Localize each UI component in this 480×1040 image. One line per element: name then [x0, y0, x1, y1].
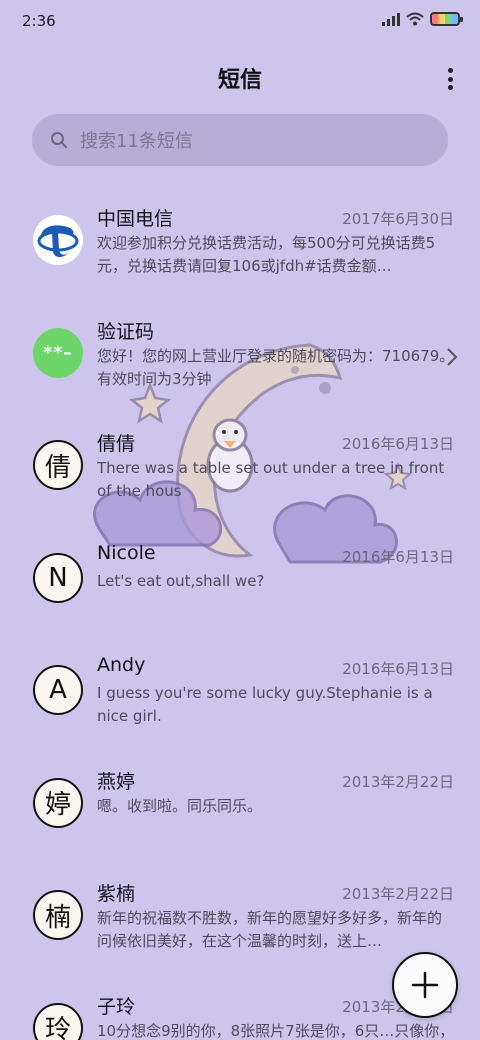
message-preview: I guess you're some lucky guy.Stephanie …	[97, 684, 433, 725]
message-date: 2013年2月22日	[342, 885, 454, 903]
message-preview: 您好！您的网上营业厅登录的随机密码为：710679。有效时间为3分钟	[97, 346, 455, 388]
status-time: 2:36	[22, 12, 56, 30]
dot-icon	[447, 68, 453, 73]
avatar: A	[33, 665, 83, 715]
plus-icon	[411, 971, 439, 999]
avatar: 婷	[33, 777, 83, 828]
message-preview: 新年的祝福数不胜数，新年的愿望好多好多，新年的问候依旧美好，在这个温馨的时刻，送…	[97, 909, 443, 950]
contact-name: Andy	[97, 654, 146, 676]
conversation-item[interactable]: A Andy 2016年6月13日 I guess you're some lu…	[0, 642, 480, 755]
conversation-item[interactable]: 中国电信 2017年6月30日 欢迎参加积分兑换话费活动，每500分可兑换话费5…	[0, 192, 480, 305]
avatar: 玲	[33, 1002, 83, 1040]
more-options-button[interactable]	[442, 66, 458, 92]
avatar: N	[33, 552, 83, 603]
contact-name: 中国电信	[97, 208, 174, 230]
message-preview: Let's eat out,shall we?	[97, 571, 265, 590]
dot-icon	[447, 85, 453, 90]
conversation-list: 中国电信 2017年6月30日 欢迎参加积分兑换话费活动，每500分可兑换话费5…	[0, 192, 480, 1040]
search-icon	[51, 132, 67, 148]
conversation-item[interactable]: N Nicole 2016年6月13日 Let's eat out,shall …	[0, 530, 480, 643]
message-preview: There was a table set out under a tree i…	[97, 459, 445, 500]
new-message-button[interactable]	[392, 952, 458, 1018]
conversation-item[interactable]: **– 验证码 您好！您的网上营业厅登录的随机密码为：710679。有效时间为3…	[0, 305, 480, 418]
contact-name: 倩倩	[97, 433, 136, 455]
conversation-item[interactable]: 倩 倩倩 2016年6月13日 There was a table set ou…	[0, 417, 480, 530]
search-placeholder: 搜索11条短信	[80, 131, 193, 152]
contact-name: 燕婷	[97, 770, 136, 793]
status-bar: 2:36	[0, 0, 480, 44]
conversation-item[interactable]: 婷 燕婷 2013年2月22日 嗯。收到啦。同乐同乐。	[0, 755, 480, 868]
message-date: 2016年6月13日	[342, 547, 454, 566]
page-title: 短信	[217, 68, 262, 93]
message-preview: 嗯。收到啦。同乐同乐。	[97, 796, 263, 815]
contact-name: 子玲	[97, 995, 136, 1018]
message-preview: 10分想念9别的你，8张照片7张是你，6只…只像你，4根骨头3根归你，2爪着地1…	[97, 1021, 455, 1040]
china-telecom-logo-icon	[33, 215, 83, 265]
signal-icon	[382, 12, 400, 26]
avatar: 倩	[33, 440, 83, 490]
verification-code-avatar: **–	[33, 327, 83, 378]
contact-name: 紫楠	[97, 883, 136, 905]
message-preview: 欢迎参加积分兑换话费活动，每500分可兑换话费5元，兑换话费请回复106或jfd…	[97, 234, 436, 275]
message-date: 2013年2月22日	[342, 772, 454, 791]
wifi-icon	[406, 12, 424, 26]
dot-icon	[447, 76, 453, 82]
contact-name: 验证码	[97, 320, 155, 343]
chevron-right-icon	[447, 347, 458, 366]
message-date: 2016年6月13日	[342, 660, 454, 678]
message-date: 2017年6月30日	[342, 210, 454, 228]
battery-icon	[430, 12, 463, 26]
message-date: 2016年6月13日	[342, 435, 454, 453]
avatar: 楠	[33, 890, 83, 940]
contact-name: Nicole	[97, 541, 156, 564]
search-bar[interactable]: 搜索11条短信	[32, 114, 448, 166]
status-icons	[382, 12, 463, 26]
